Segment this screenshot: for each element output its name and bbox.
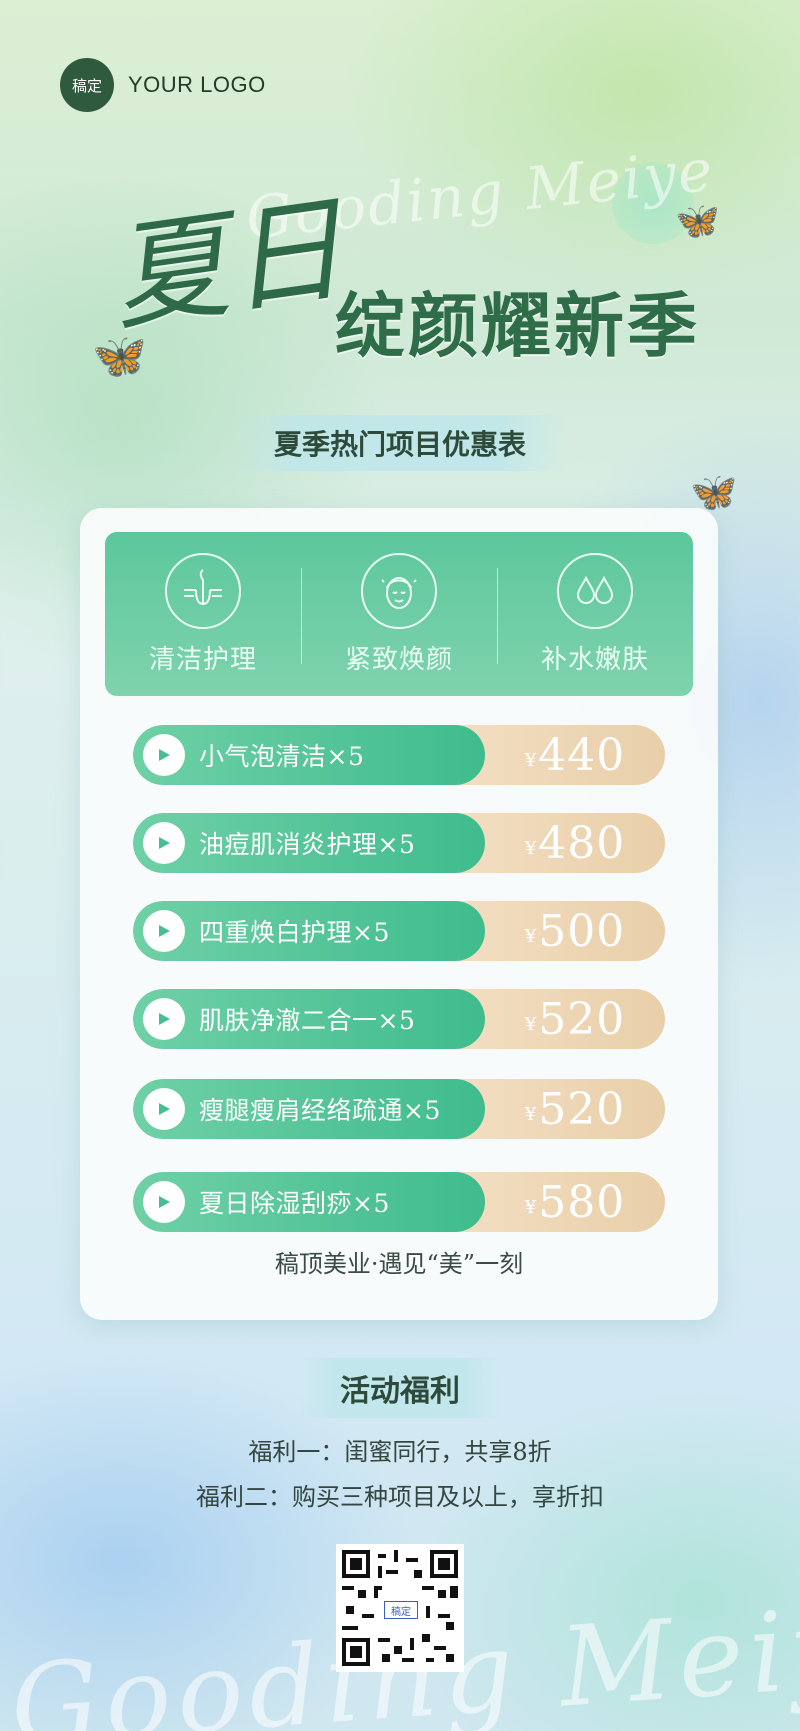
price-item: 夏日除湿刮痧×5 — [133, 1172, 485, 1232]
currency-symbol: ¥ — [524, 1103, 537, 1125]
currency-symbol: ¥ — [524, 749, 537, 771]
category-label: 紧致焕颜 — [344, 644, 453, 675]
category-hydrating[interactable]: 补水嫩肤 — [497, 532, 693, 696]
price-table-heading-text: 夏季热门项目优惠表 — [233, 415, 566, 471]
water-drop-icon — [557, 552, 633, 629]
price-item-name: 油痘肌消炎护理×5 — [199, 830, 416, 859]
price-item: 四重焕白护理×5 — [133, 901, 485, 961]
category-label: 清洁护理 — [148, 644, 257, 675]
currency-symbol: ¥ — [524, 1013, 537, 1035]
category-cleaning[interactable]: 清洁护理 — [105, 532, 301, 696]
decorative-circle — [612, 162, 694, 244]
logo[interactable]: 稿定 YOUR LOGO — [60, 58, 266, 112]
currency-symbol: ¥ — [524, 925, 537, 947]
price-row[interactable]: 油痘肌消炎护理×5 ¥ 480 — [133, 813, 665, 873]
price-item: 瘦腿瘦肩经络疏通×5 — [133, 1079, 485, 1139]
price-amount: 520 — [538, 1083, 626, 1135]
price-item: 油痘肌消炎护理×5 — [133, 813, 485, 873]
play-icon — [143, 998, 185, 1040]
price-item-name: 四重焕白护理×5 — [199, 918, 390, 947]
hair-follicle-icon — [165, 552, 241, 629]
price-amount: 480 — [538, 817, 626, 869]
category-label: 补水嫩肤 — [540, 644, 649, 675]
logo-text: YOUR LOGO — [128, 72, 266, 97]
price-row[interactable]: 四重焕白护理×5 ¥ 500 — [133, 901, 665, 961]
benefits-heading: 活动福利 — [0, 1358, 800, 1418]
butterfly-icon: 🦋 — [675, 201, 720, 242]
price-row[interactable]: 瘦腿瘦肩经络疏通×5 ¥ 520 — [133, 1079, 665, 1139]
price-item: 肌肤净澈二合一×5 — [133, 989, 485, 1049]
price-item-name: 肌肤净澈二合一×5 — [199, 1006, 416, 1035]
category-firming[interactable]: 紧致焕颜 — [301, 532, 497, 696]
price-amount: 500 — [538, 905, 626, 957]
play-icon — [143, 1181, 185, 1223]
price-amount: 440 — [538, 729, 626, 781]
price-item-name: 小气泡清洁×5 — [199, 742, 365, 771]
play-icon — [143, 822, 185, 864]
price-item-name: 瘦腿瘦肩经络疏通×5 — [199, 1096, 441, 1125]
play-icon — [143, 1088, 185, 1130]
tagline: 稿顶美业·遇见“美”一刻 — [274, 1250, 524, 1278]
price-item: 小气泡清洁×5 — [133, 725, 485, 785]
price-card: 清洁护理 紧致焕颜 补水嫩肤 小气泡清洁×5 ¥ 440 油痘肌消炎护理×5 ¥… — [80, 508, 718, 1320]
price-row[interactable]: 小气泡清洁×5 ¥ 440 — [133, 725, 665, 785]
play-icon — [143, 734, 185, 776]
hero-subtitle: 绽颜耀新季 — [335, 285, 700, 367]
price-row[interactable]: 夏日除湿刮痧×5 ¥ 580 — [133, 1172, 665, 1232]
price-table-heading: 夏季热门项目优惠表 — [0, 415, 800, 471]
play-icon — [143, 910, 185, 952]
benefit-item: 福利一：闺蜜同行，共享8折 — [248, 1438, 552, 1466]
qr-code[interactable]: 稿定 — [336, 1544, 464, 1672]
price-item-name: 夏日除湿刮痧×5 — [199, 1189, 390, 1218]
benefit-item: 福利二：购买三种项目及以上，享折扣 — [196, 1483, 604, 1511]
category-panel: 清洁护理 紧致焕颜 补水嫩肤 — [105, 532, 693, 696]
benefits-heading-text: 活动福利 — [300, 1358, 500, 1418]
hero-title: 夏日 — [103, 181, 352, 348]
currency-symbol: ¥ — [524, 837, 537, 859]
currency-symbol: ¥ — [524, 1196, 537, 1218]
logo-badge: 稿定 — [60, 58, 114, 112]
price-row[interactable]: 肌肤净澈二合一×5 ¥ 520 — [133, 989, 665, 1049]
price-amount: 580 — [538, 1176, 626, 1228]
price-amount: 520 — [538, 993, 626, 1045]
qr-badge: 稿定 — [384, 1601, 418, 1619]
face-icon — [361, 552, 437, 629]
